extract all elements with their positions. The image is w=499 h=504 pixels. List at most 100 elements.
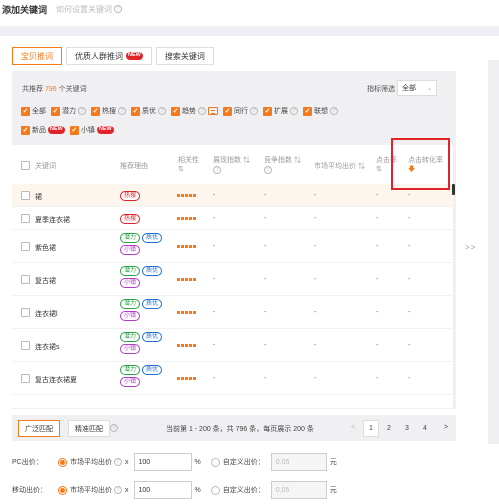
- checkbox-expand[interactable]: ✓ 扩展?: [263, 106, 298, 116]
- table-row[interactable]: 复古连衣裙夏 潜力 质优 小镇 - - - - -: [12, 362, 453, 395]
- question-icon[interactable]: ?: [114, 486, 122, 494]
- col-relevance[interactable]: 相关性 ⇅: [178, 156, 199, 174]
- table-row[interactable]: 连衣裙s 潜力 质优 小镇 - - - - -: [12, 329, 453, 362]
- checkmark-icon[interactable]: ✓: [21, 125, 30, 135]
- pager-next-button[interactable]: >: [444, 424, 448, 431]
- question-icon[interactable]: ?: [264, 166, 272, 174]
- checkmark-icon[interactable]: ✓: [69, 125, 79, 135]
- col-impressions-label[interactable]: 展现指数: [213, 157, 241, 164]
- checkbox-town[interactable]: ✓ 小镇 NEW: [69, 125, 114, 135]
- checkbox-trend[interactable]: ✓ 趋势?: [171, 106, 218, 116]
- row-checkbox[interactable]: [21, 340, 30, 350]
- pc-custom-bid-input[interactable]: 0.05: [270, 453, 327, 471]
- checkbox-label[interactable]: 趋势: [182, 106, 196, 116]
- custom-bid-label[interactable]: 自定义出价：: [223, 485, 265, 495]
- row-checkbox[interactable]: [21, 213, 30, 223]
- col-competition-label[interactable]: 竞争指数: [264, 157, 292, 164]
- table-row[interactable]: 裙 热搜 - - - - -: [12, 184, 453, 207]
- question-icon[interactable]: ?: [114, 5, 123, 13]
- col-competition[interactable]: 竞争指数 ⇅?: [264, 156, 301, 174]
- checkmark-icon[interactable]: ✓: [303, 106, 312, 116]
- question-icon[interactable]: ?: [250, 107, 258, 115]
- table-row[interactable]: 连衣裙l 潜力 质优 小镇 - - - - -: [12, 296, 453, 329]
- question-icon[interactable]: ?: [114, 458, 122, 466]
- question-icon[interactable]: ?: [213, 166, 221, 174]
- col-relevance-label[interactable]: 相关性: [178, 157, 199, 164]
- checkmark-icon[interactable]: ✓: [171, 106, 180, 116]
- page-button[interactable]: 3: [399, 420, 415, 437]
- checkbox-label[interactable]: 热搜: [102, 106, 116, 116]
- table-row[interactable]: 紫色裙 潜力 质优 小镇 - - - - -: [12, 230, 453, 263]
- checkbox-label[interactable]: 联想: [314, 106, 328, 116]
- sort-icon[interactable]: ⇅: [243, 157, 250, 164]
- checkbox-associate[interactable]: ✓ 联想?: [303, 106, 338, 116]
- chevron-down-icon[interactable]: ⌄: [427, 85, 432, 92]
- checkbox-label[interactable]: 同行: [234, 106, 248, 116]
- market-bid-label[interactable]: 市场平均出价: [70, 485, 112, 495]
- question-icon[interactable]: ?: [330, 107, 338, 115]
- row-checkbox[interactable]: [21, 274, 30, 284]
- pager-prev-button[interactable]: <: [351, 424, 355, 431]
- checkbox-label[interactable]: 潜力: [62, 106, 76, 116]
- question-icon[interactable]: ?: [198, 107, 206, 115]
- tab-label[interactable]: 搜索关键词: [165, 51, 205, 62]
- checkmark-icon[interactable]: ✓: [91, 106, 100, 116]
- col-avg-bid[interactable]: 市场平均出价 ⇅: [314, 162, 365, 171]
- sort-icon[interactable]: ⇅: [376, 166, 382, 173]
- row-checkbox[interactable]: [21, 307, 30, 317]
- tab-search-keyword[interactable]: 搜索关键词: [155, 47, 214, 65]
- question-icon[interactable]: ?: [110, 424, 118, 432]
- market-bid-radio[interactable]: [58, 485, 67, 495]
- checkbox-new-product[interactable]: ✓ 新品 NEW: [21, 125, 65, 135]
- tab-label[interactable]: 优质人群推词: [75, 51, 123, 62]
- tab-label[interactable]: 宝贝推词: [21, 51, 53, 62]
- row-checkbox[interactable]: [21, 373, 30, 383]
- market-bid-radio[interactable]: [58, 457, 67, 467]
- expand-arrows-icon[interactable]: >>: [465, 243, 476, 252]
- broad-match-button[interactable]: 广泛匹配: [18, 420, 60, 437]
- col-avg-bid-label[interactable]: 市场平均出价: [314, 163, 356, 170]
- filter-select-value[interactable]: 全部: [402, 83, 416, 93]
- checkbox-potential[interactable]: ✓ 潜力?: [51, 106, 86, 116]
- checkbox-label[interactable]: 新品: [32, 125, 46, 135]
- mobile-custom-bid-input[interactable]: 0.05: [270, 481, 327, 499]
- tab-audience-recommend[interactable]: 优质人群推词 NEW: [66, 47, 152, 65]
- checkbox-label[interactable]: 质优: [142, 106, 156, 116]
- row-checkbox[interactable]: [21, 190, 30, 200]
- page-button[interactable]: 4: [417, 420, 433, 437]
- checkmark-icon[interactable]: ✓: [131, 106, 140, 116]
- checkbox-label[interactable]: 小镇: [81, 125, 95, 135]
- custom-bid-radio[interactable]: [210, 457, 220, 467]
- checkbox-quality[interactable]: ✓ 质优?: [131, 106, 166, 116]
- question-icon[interactable]: ?: [158, 107, 166, 115]
- table-scrollbar[interactable]: [452, 184, 455, 195]
- mobile-bid-percent-input[interactable]: 100: [133, 481, 192, 499]
- custom-bid-label[interactable]: 自定义出价：: [223, 457, 265, 467]
- sort-icon[interactable]: ⇅: [178, 166, 184, 173]
- checkbox-peer[interactable]: ✓ 同行?: [223, 106, 258, 116]
- tab-item-recommend[interactable]: 宝贝推词: [12, 47, 62, 65]
- checkbox-all[interactable]: ✓ 全部: [21, 106, 46, 116]
- help-link-text[interactable]: 如何设置关键词: [56, 4, 112, 15]
- row-checkbox[interactable]: [21, 241, 30, 251]
- page-button[interactable]: 1: [363, 420, 379, 437]
- checkbox-label[interactable]: 扩展: [274, 106, 288, 116]
- trend-chart-icon[interactable]: [208, 107, 218, 115]
- question-icon[interactable]: ?: [118, 107, 126, 115]
- checkmark-icon[interactable]: ✓: [223, 106, 232, 116]
- page-button[interactable]: 2: [381, 420, 397, 437]
- custom-bid-radio[interactable]: [210, 485, 220, 495]
- col-impressions[interactable]: 展现指数 ⇅?: [213, 156, 250, 174]
- checkbox-hot[interactable]: ✓ 热搜?: [91, 106, 126, 116]
- filter-select[interactable]: 全部 ⌄: [397, 80, 437, 96]
- table-row[interactable]: 复古裙 潜力 质优 小镇 - - - - -: [12, 263, 453, 296]
- pc-bid-percent-input[interactable]: 100: [133, 453, 192, 471]
- sort-icon[interactable]: ⇅: [294, 157, 301, 164]
- checkbox-label[interactable]: 全部: [32, 106, 46, 116]
- exact-match-button[interactable]: 精准匹配: [68, 420, 110, 437]
- question-icon[interactable]: ?: [290, 107, 298, 115]
- checkmark-icon[interactable]: ✓: [21, 106, 30, 116]
- market-bid-label[interactable]: 市场平均出价: [70, 457, 112, 467]
- checkmark-icon[interactable]: ✓: [263, 106, 272, 116]
- sort-icon[interactable]: ⇅: [358, 163, 365, 170]
